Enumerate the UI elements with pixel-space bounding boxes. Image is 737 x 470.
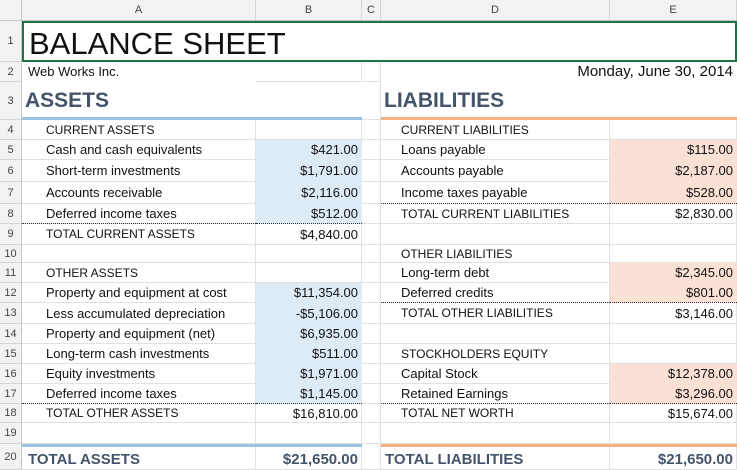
liability-value[interactable]: $2,345.00	[610, 263, 737, 283]
asset-value[interactable]: $2,116.00	[256, 182, 362, 204]
total-current-liabilities-label[interactable]: TOTAL CURRENT LIABILITIES	[381, 204, 610, 224]
other-liabilities-heading[interactable]: OTHER LIABILITIES	[381, 245, 610, 263]
row-header-10[interactable]: 10	[0, 245, 22, 263]
asset-value[interactable]: $511.00	[256, 344, 362, 364]
asset-label[interactable]: Property and equipment (net)	[22, 324, 256, 344]
current-assets-heading[interactable]: CURRENT ASSETS	[22, 120, 256, 140]
row-header-20[interactable]: 20	[0, 444, 22, 470]
liability-label[interactable]: Long-term debt	[381, 263, 610, 283]
asset-value[interactable]: $6,935.00	[256, 324, 362, 344]
asset-label[interactable]: Property and equipment at cost	[22, 283, 256, 303]
current-liabilities-heading[interactable]: CURRENT LIABILITIES	[381, 120, 610, 140]
sheet-title[interactable]: BALANCE SHEET	[22, 21, 737, 62]
liability-value[interactable]: $801.00	[610, 283, 737, 303]
row-header-2[interactable]: 2	[0, 62, 22, 82]
stockholders-equity-heading[interactable]: STOCKHOLDERS EQUITY	[381, 344, 610, 364]
total-other-liabilities-value[interactable]: $3,146.00	[610, 303, 737, 324]
row-header-5[interactable]: 5	[0, 140, 22, 160]
row-header-13[interactable]: 13	[0, 303, 22, 324]
liability-value[interactable]: $2,187.00	[610, 160, 737, 182]
total-current-assets-value[interactable]: $4,840.00	[256, 224, 362, 245]
row-header-8[interactable]: 8	[0, 204, 22, 224]
asset-value[interactable]: $512.00	[256, 204, 362, 224]
liability-label[interactable]: Accounts payable	[381, 160, 610, 182]
asset-label[interactable]: Equity investments	[22, 364, 256, 384]
row-header-1[interactable]: 1	[0, 21, 22, 62]
total-other-liabilities-label[interactable]: TOTAL OTHER LIABILITIES	[381, 303, 610, 324]
row-header-9[interactable]: 9	[0, 224, 22, 245]
asset-label[interactable]: Short-term investments	[22, 160, 256, 182]
assets-heading[interactable]: ASSETS	[22, 82, 362, 120]
asset-value[interactable]: $1,971.00	[256, 364, 362, 384]
row-header-16[interactable]: 16	[0, 364, 22, 384]
other-assets-heading[interactable]: OTHER ASSETS	[22, 263, 256, 283]
asset-label[interactable]: Deferred income taxes	[22, 204, 256, 224]
total-liabilities-value[interactable]: $21,650.00	[610, 444, 737, 470]
liability-label[interactable]: Loans payable	[381, 140, 610, 160]
column-header-c[interactable]: C	[362, 0, 381, 21]
company-name[interactable]: Web Works Inc.	[22, 62, 256, 82]
row-header-6[interactable]: 6	[0, 160, 22, 182]
total-assets-label[interactable]: TOTAL ASSETS	[22, 444, 256, 470]
asset-label[interactable]: Accounts receivable	[22, 182, 256, 204]
column-header-b[interactable]: B	[256, 0, 362, 21]
report-date[interactable]: Monday, June 30, 2014	[381, 62, 737, 82]
row-header-12[interactable]: 12	[0, 283, 22, 303]
asset-label[interactable]: Deferred income taxes	[22, 384, 256, 404]
row-header-19[interactable]: 19	[0, 423, 22, 444]
asset-value[interactable]: $11,354.00	[256, 283, 362, 303]
row-header-3[interactable]: 3	[0, 82, 22, 120]
select-all-corner[interactable]	[0, 0, 22, 21]
equity-label[interactable]: Capital Stock	[381, 364, 610, 384]
column-header-e[interactable]: E	[610, 0, 737, 21]
asset-value[interactable]: -$5,106.00	[256, 303, 362, 324]
total-current-liabilities-value[interactable]: $2,830.00	[610, 204, 737, 224]
total-assets-value[interactable]: $21,650.00	[256, 444, 362, 470]
total-liabilities-label[interactable]: TOTAL LIABILITIES	[381, 444, 610, 470]
asset-value[interactable]: $1,791.00	[256, 160, 362, 182]
asset-label[interactable]: Long-term cash investments	[22, 344, 256, 364]
asset-label[interactable]: Less accumulated depreciation	[22, 303, 256, 324]
row-header-11[interactable]: 11	[0, 263, 22, 283]
liability-value[interactable]: $115.00	[610, 140, 737, 160]
row-header-7[interactable]: 7	[0, 182, 22, 204]
equity-value[interactable]: $3,296.00	[610, 384, 737, 404]
equity-label[interactable]: Retained Earnings	[381, 384, 610, 404]
liabilities-heading[interactable]: LIABILITIES	[381, 82, 737, 120]
column-header-d[interactable]: D	[381, 0, 610, 21]
equity-value[interactable]: $12,378.00	[610, 364, 737, 384]
row-header-18[interactable]: 18	[0, 404, 22, 423]
liability-label[interactable]: Income taxes payable	[381, 182, 610, 204]
row-header-17[interactable]: 17	[0, 384, 22, 404]
total-other-assets-value[interactable]: $16,810.00	[256, 404, 362, 423]
total-other-assets-label[interactable]: TOTAL OTHER ASSETS	[22, 404, 256, 423]
asset-value[interactable]: $421.00	[256, 140, 362, 160]
liability-value[interactable]: $528.00	[610, 182, 737, 204]
total-current-assets-label[interactable]: TOTAL CURRENT ASSETS	[22, 224, 256, 245]
total-net-worth-label[interactable]: TOTAL NET WORTH	[381, 404, 610, 423]
asset-label[interactable]: Cash and cash equivalents	[22, 140, 256, 160]
asset-value[interactable]: $1,145.00	[256, 384, 362, 404]
row-header-14[interactable]: 14	[0, 324, 22, 344]
row-header-4[interactable]: 4	[0, 120, 22, 140]
row-header-15[interactable]: 15	[0, 344, 22, 364]
liability-label[interactable]: Deferred credits	[381, 283, 610, 303]
column-header-a[interactable]: A	[22, 0, 256, 21]
total-net-worth-value[interactable]: $15,674.00	[610, 404, 737, 423]
